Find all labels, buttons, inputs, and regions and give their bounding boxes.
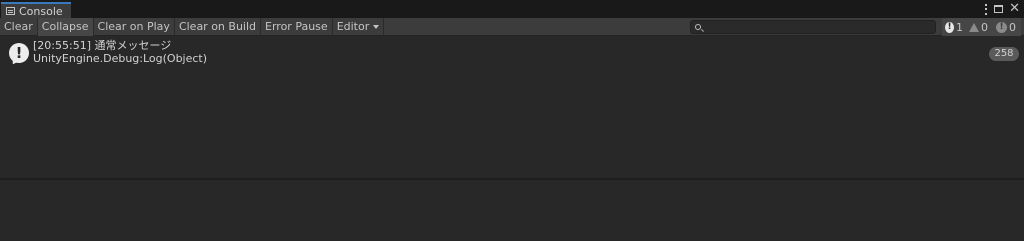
error-filter-toggle[interactable]: ! 0 — [993, 18, 1021, 36]
search-icon — [695, 24, 701, 30]
warning-count: 0 — [981, 20, 988, 34]
log-stacktrace-summary: UnityEngine.Debug:Log(Object) — [33, 52, 208, 65]
info-filter-toggle[interactable]: ! 1 — [942, 18, 966, 36]
error-pause-toggle[interactable]: Error Pause — [261, 17, 333, 36]
clear-on-play-toggle[interactable]: Clear on Play — [94, 17, 175, 36]
log-entry[interactable]: ! [20:55:51] 通常メッセージ UnityEngine.Debug:L… — [0, 39, 1024, 67]
clear-on-build-toggle[interactable]: Clear on Build — [175, 17, 262, 36]
console-toolbar: Clear Collapse Clear on Play Clear on Bu… — [0, 17, 1024, 36]
tab-console[interactable]: Console — [1, 2, 71, 18]
kebab-icon[interactable] — [985, 3, 988, 15]
info-count: 1 — [956, 20, 963, 34]
clear-button[interactable]: Clear — [0, 17, 38, 36]
info-icon: ! — [9, 43, 29, 63]
warning-filter-toggle[interactable]: 0 — [966, 18, 993, 36]
error-count: 0 — [1009, 20, 1016, 34]
chevron-down-icon — [373, 24, 380, 29]
search-input[interactable] — [705, 21, 933, 33]
console-window: Console ✕ Clear Collapse Clear on Play C… — [0, 0, 1024, 241]
log-message: [20:55:51] 通常メッセージ — [33, 39, 172, 52]
error-icon: ! — [996, 21, 1007, 33]
collapse-toggle[interactable]: Collapse — [37, 17, 94, 36]
info-icon: ! — [945, 21, 954, 33]
editor-dropdown-label: Editor — [336, 19, 370, 33]
log-list: ! [20:55:51] 通常メッセージ UnityEngine.Debug:L… — [0, 36, 1024, 178]
collapse-count-badge: 258 — [989, 47, 1019, 61]
tab-label: Console — [19, 4, 63, 18]
console-icon — [6, 7, 15, 15]
editor-dropdown[interactable]: Editor — [333, 17, 385, 36]
warning-icon — [969, 22, 979, 32]
log-detail-pane — [0, 180, 1024, 241]
maximize-icon[interactable] — [994, 5, 1004, 13]
search-field[interactable] — [690, 20, 936, 34]
window-controls: ✕ — [985, 2, 1020, 16]
close-icon[interactable]: ✕ — [1009, 2, 1020, 16]
tab-bar: Console ✕ — [0, 0, 1024, 18]
